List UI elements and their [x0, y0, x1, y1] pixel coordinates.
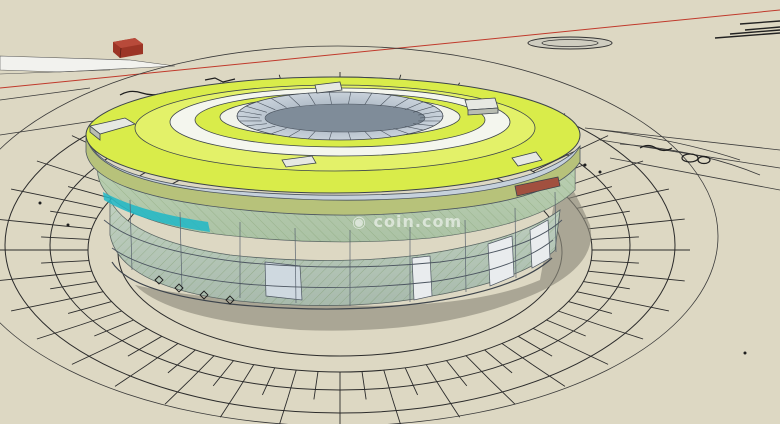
model-viewport[interactable]: ◉ coin.com	[0, 0, 780, 424]
distant-disc	[527, 36, 613, 50]
atrium-floor	[264, 103, 426, 133]
scene-canvas[interactable]	[0, 0, 780, 424]
